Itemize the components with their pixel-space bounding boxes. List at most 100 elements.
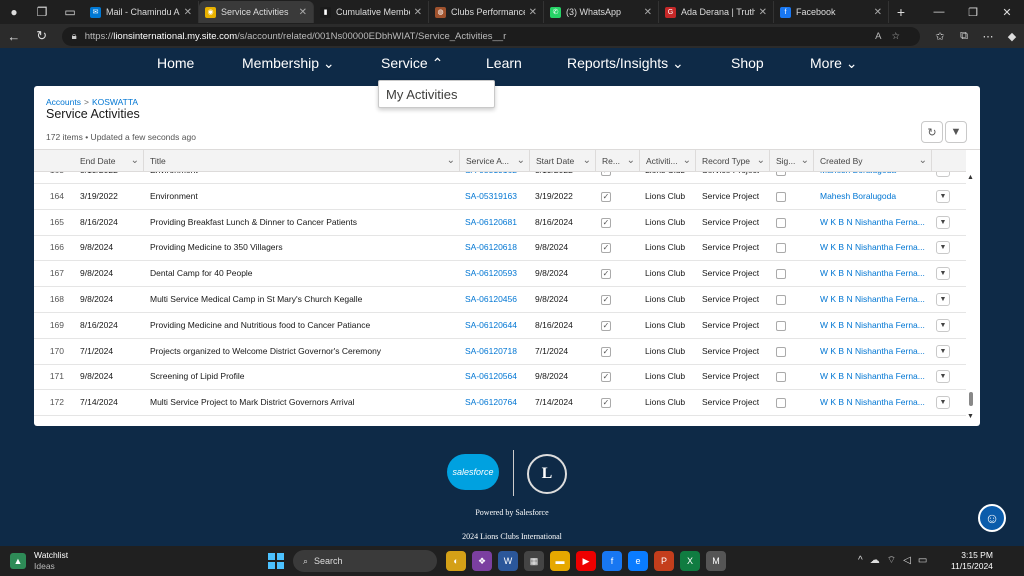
tab-close-icon[interactable]: ✕ <box>529 7 537 18</box>
nav-item[interactable]: Membership ⌄ <box>242 55 335 72</box>
scroll-thumb[interactable] <box>969 392 973 406</box>
taskbar-app-icon[interactable]: ▶ <box>576 551 596 571</box>
service-activity-link[interactable]: SA-06120593 <box>465 261 517 286</box>
taskbar-app-icon[interactable]: ▦ <box>524 551 544 571</box>
chevron-down-icon[interactable]: ⌄ <box>131 150 139 172</box>
minimize-icon[interactable]: — <box>922 6 956 19</box>
row-actions-button[interactable]: ▼ <box>936 172 950 177</box>
tab-close-icon[interactable]: ✕ <box>644 7 652 18</box>
created-by-link[interactable]: W K B N Nishantha Ferna... <box>820 287 930 312</box>
chevron-down-icon[interactable]: ⌄ <box>627 150 635 172</box>
start-button[interactable] <box>268 553 284 569</box>
tab-close-icon[interactable]: ✕ <box>299 7 307 18</box>
created-by-link[interactable]: W K B N Nishantha Ferna... <box>820 261 930 286</box>
chevron-down-icon[interactable]: ⌄ <box>583 150 591 172</box>
taskbar-app-icon[interactable]: e <box>628 551 648 571</box>
chevron-down-icon[interactable]: ⌄ <box>683 150 691 172</box>
service-activity-link[interactable]: SA-06120644 <box>465 313 517 338</box>
browser-tab[interactable]: G Ada Derana | Truth ✕ <box>659 1 774 23</box>
created-by-link[interactable]: W K B N Nishantha Ferna... <box>820 390 930 415</box>
refresh-icon[interactable]: ↻ <box>28 28 56 44</box>
restore-icon[interactable]: ❐ <box>956 6 990 19</box>
dropdown-my-activities[interactable]: My Activities <box>378 80 495 108</box>
breadcrumb-accounts[interactable]: Accounts <box>46 97 81 107</box>
taskbar-search[interactable]: ⌕ Search <box>293 550 437 572</box>
taskbar-app-icon[interactable]: ❖ <box>472 551 492 571</box>
browser-tab[interactable]: ◉ Service Activities ✕ <box>199 1 314 23</box>
chevron-down-icon[interactable]: ⌄ <box>757 150 765 172</box>
nav-item[interactable]: More ⌄ <box>810 55 858 72</box>
created-by-link[interactable]: W K B N Nishantha Ferna... <box>820 210 930 235</box>
browser-tab[interactable]: ✉ Mail - Chamindu Ab ✕ <box>84 1 199 23</box>
service-activity-link[interactable]: SA-06120564 <box>465 364 517 389</box>
row-actions-button[interactable]: ▼ <box>936 370 950 384</box>
tab-close-icon[interactable]: ✕ <box>184 7 192 18</box>
breadcrumb-koswatta[interactable]: KOSWATTA <box>92 97 138 107</box>
nav-item[interactable]: Home <box>157 55 194 71</box>
new-tab-icon[interactable]: + <box>889 4 913 20</box>
service-activity-link[interactable]: SA-06120718 <box>465 339 517 364</box>
browser-tab[interactable]: f Facebook ✕ <box>774 1 889 23</box>
column-header[interactable]: Re... ⌄ <box>596 150 640 172</box>
browser-tab[interactable]: ▮ Cumulative Member ✕ <box>314 1 429 23</box>
column-header[interactable]: Created By ⌄ <box>814 150 932 172</box>
row-actions-button[interactable]: ▼ <box>936 189 950 203</box>
created-by-link[interactable]: W K B N Nishantha Ferna... <box>820 313 930 338</box>
accessibility-button[interactable]: ☺ <box>978 504 1006 532</box>
cloud-icon[interactable]: ☁ <box>870 555 887 566</box>
service-activity-link[interactable]: SA-06120681 <box>465 210 517 235</box>
widgets-button[interactable]: ▲ Watchlist Ideas <box>10 550 68 572</box>
nav-item[interactable]: Reports/Insights ⌄ <box>567 55 684 72</box>
taskbar-app-icon[interactable]: W <box>498 551 518 571</box>
profile-icon[interactable]: ● <box>0 0 28 24</box>
scroll-down-icon[interactable]: ▼ <box>967 413 974 420</box>
column-header[interactable]: Start Date ⌄ <box>530 150 596 172</box>
copilot-icon[interactable]: ◆ <box>1000 30 1024 43</box>
column-header[interactable]: Service A... ⌄ <box>460 150 530 172</box>
favorites-icon[interactable]: ✩ <box>928 30 952 43</box>
tab-close-icon[interactable]: ✕ <box>414 7 422 18</box>
wifi-icon[interactable]: ⌔ <box>887 555 903 566</box>
table-scrollbar[interactable]: ▲ ▼ <box>966 172 976 422</box>
filter-button[interactable]: ▼ <box>945 121 967 143</box>
column-header[interactable]: End Date ⌄ <box>74 150 144 172</box>
taskbar-app-icon[interactable]: f <box>602 551 622 571</box>
row-actions-button[interactable]: ▼ <box>936 318 950 332</box>
created-by-link[interactable]: W K B N Nishantha Ferna... <box>820 339 930 364</box>
service-activity-link[interactable]: SA-05319162 <box>465 172 517 183</box>
column-header[interactable]: Record Type ⌄ <box>696 150 770 172</box>
column-header[interactable]: Sig... ⌄ <box>770 150 814 172</box>
back-icon[interactable]: ← <box>0 29 28 44</box>
service-activity-link[interactable]: SA-05319163 <box>465 184 517 209</box>
browser-tab[interactable]: ✆ (3) WhatsApp ✕ <box>544 1 659 23</box>
taskbar-app-icon[interactable]: ▬ <box>550 551 570 571</box>
taskbar-app-icon[interactable]: X <box>680 551 700 571</box>
nav-item[interactable]: Learn <box>486 55 522 71</box>
nav-item[interactable]: Shop <box>731 55 764 71</box>
scroll-up-icon[interactable]: ▲ <box>967 174 974 181</box>
close-window-icon[interactable]: ✕ <box>990 6 1024 19</box>
service-activity-link[interactable]: SA-06120618 <box>465 235 517 260</box>
volume-icon[interactable]: ◁ <box>903 555 918 566</box>
battery-icon[interactable]: ▭ <box>918 555 934 566</box>
more-icon[interactable]: ⋯ <box>976 30 1000 43</box>
tab-actions-icon[interactable]: ▭ <box>56 0 84 24</box>
taskbar-clock[interactable]: 3:15 PM 11/15/2024 <box>951 550 993 572</box>
tray-chevron-icon[interactable]: ^ <box>858 555 870 566</box>
chevron-down-icon[interactable]: ⌄ <box>919 150 927 172</box>
column-header[interactable]: Title ⌄ <box>144 150 460 172</box>
service-activity-link[interactable]: SA-06120456 <box>465 287 517 312</box>
read-aloud-icon[interactable]: A <box>875 31 891 42</box>
created-by-link[interactable]: Mahesh Boralugoda <box>820 184 930 209</box>
nav-item[interactable]: Service ⌃ <box>381 55 443 72</box>
refresh-list-button[interactable]: ↻ <box>921 121 943 143</box>
tab-close-icon[interactable]: ✕ <box>874 7 882 18</box>
created-by-link[interactable]: Mahesh Boralugoda <box>820 172 930 183</box>
chevron-down-icon[interactable]: ⌄ <box>517 150 525 172</box>
collections-icon[interactable]: ⧉ <box>952 30 976 43</box>
chevron-down-icon[interactable]: ⌄ <box>801 150 809 172</box>
row-actions-button[interactable]: ▼ <box>936 241 950 255</box>
row-actions-button[interactable]: ▼ <box>936 396 950 410</box>
column-header[interactable]: Activiti... ⌄ <box>640 150 696 172</box>
taskbar-app-icon[interactable]: P <box>654 551 674 571</box>
